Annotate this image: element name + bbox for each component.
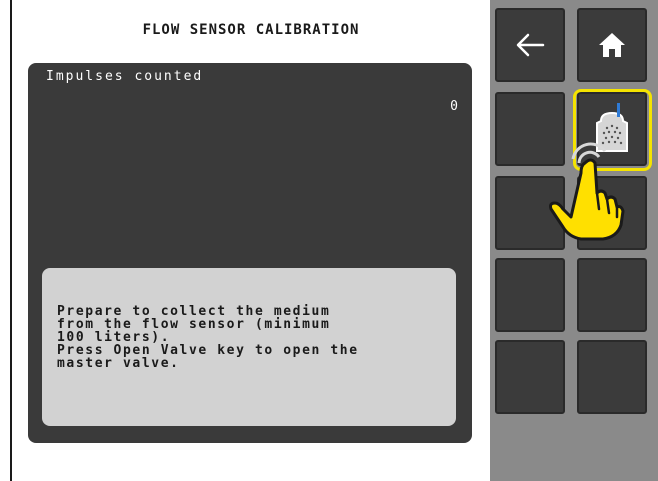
home-icon [599,33,625,57]
softkey-blank[interactable] [577,258,647,332]
calibration-panel: Impulses counted 0 Prepare to collect th… [28,63,472,443]
instruction-text: Prepare to collect the medium from the f… [57,304,359,371]
back-arrow-icon [516,33,545,57]
softkey-blank[interactable] [577,340,647,414]
softkey-blank[interactable] [495,258,565,332]
instruction-box: Prepare to collect the medium from the f… [42,268,456,426]
impulses-counted-label: Impulses counted [46,69,204,84]
screen-left-border [10,0,12,481]
impulses-counted-value: 0 [450,99,458,114]
home-button[interactable] [577,8,647,82]
softkey-blank[interactable] [495,340,565,414]
page-title: FLOW SENSOR CALIBRATION [142,22,360,38]
tap-hand-icon [549,142,625,241]
back-button[interactable] [495,8,565,82]
